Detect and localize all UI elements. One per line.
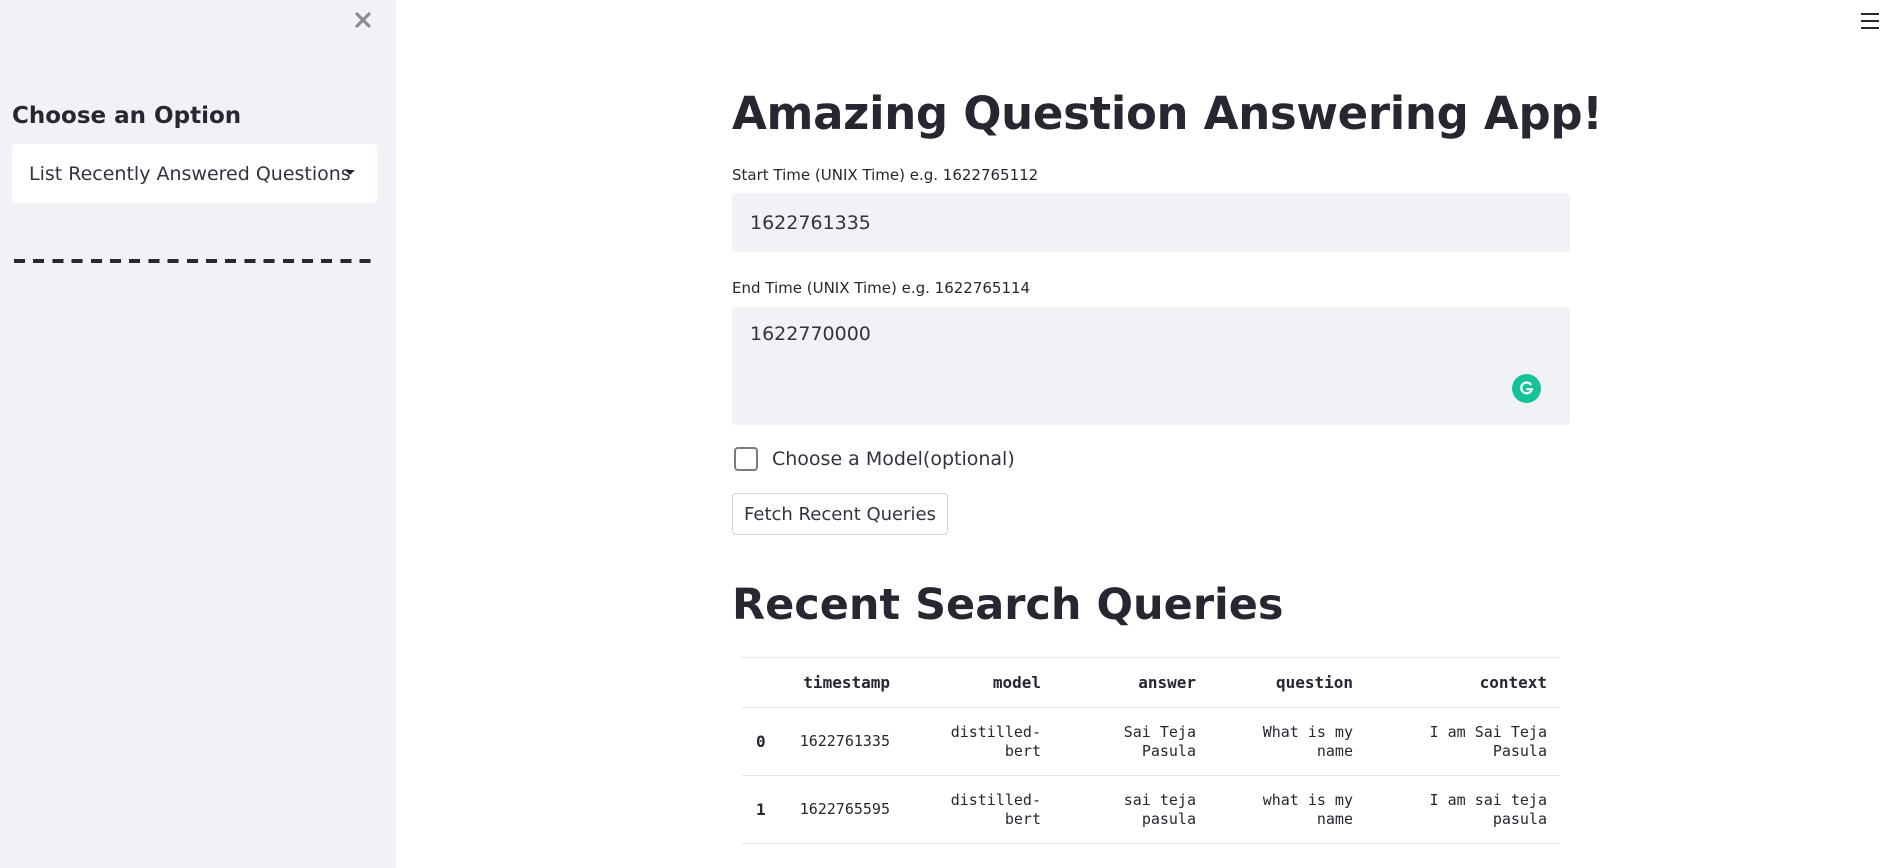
recent-queries-table: timestamp model answer question context … bbox=[742, 657, 1560, 844]
end-time-label: End Time (UNIX Time) e.g. 1622765114 bbox=[732, 279, 1031, 297]
cell-context: I am sai teja pasula bbox=[1366, 775, 1560, 844]
cell-question: what is my name bbox=[1209, 775, 1366, 844]
sidebar: Choose an Option List Recently Answered … bbox=[0, 0, 396, 868]
hamburger-menu-button[interactable] bbox=[1860, 11, 1880, 31]
cell-answer: sai teja pasula bbox=[1054, 775, 1209, 844]
cell-timestamp: 1622765595 bbox=[782, 775, 903, 844]
end-time-textarea[interactable]: 1622770000 bbox=[732, 307, 1570, 425]
choose-model-label: Choose a Model(optional) bbox=[772, 448, 1015, 470]
hamburger-line bbox=[1861, 27, 1879, 29]
close-sidebar-button[interactable] bbox=[349, 6, 377, 34]
choose-model-checkbox[interactable] bbox=[734, 447, 758, 471]
dashed-divider bbox=[14, 259, 374, 263]
table-row: 0 1622761335 distilled- bert Sai Teja Pa… bbox=[742, 707, 1560, 776]
fetch-recent-queries-button[interactable]: Fetch Recent Queries bbox=[732, 493, 948, 535]
row-index: 0 bbox=[742, 707, 782, 776]
start-time-input[interactable] bbox=[732, 193, 1570, 252]
hamburger-line bbox=[1861, 20, 1879, 22]
cell-timestamp: 1622761335 bbox=[782, 707, 903, 776]
chevron-down-icon bbox=[345, 170, 355, 175]
row-index: 1 bbox=[742, 775, 782, 844]
section-title: Recent Search Queries bbox=[732, 580, 1284, 630]
close-icon bbox=[355, 12, 371, 28]
choose-model-checkbox-row[interactable]: Choose a Model(optional) bbox=[734, 447, 1015, 471]
grammarly-icon[interactable] bbox=[1512, 374, 1541, 403]
cell-context: I am Sai Teja Pasula bbox=[1366, 707, 1560, 776]
column-header-answer: answer bbox=[1054, 657, 1209, 708]
cell-answer: Sai Teja Pasula bbox=[1054, 707, 1209, 776]
hamburger-line bbox=[1861, 13, 1879, 15]
option-select-value: List Recently Answered Questions bbox=[29, 162, 351, 185]
grammarly-g-glyph bbox=[1520, 381, 1534, 395]
column-header-index bbox=[742, 657, 782, 708]
cell-model: distilled- bert bbox=[903, 707, 1054, 776]
start-time-label: Start Time (UNIX Time) e.g. 1622765112 bbox=[732, 166, 1039, 184]
column-header-question: question bbox=[1209, 657, 1366, 708]
sidebar-heading: Choose an Option bbox=[12, 103, 242, 129]
column-header-model: model bbox=[903, 657, 1054, 708]
page-title: Amazing Question Answering App! bbox=[732, 87, 1603, 140]
column-header-timestamp: timestamp bbox=[782, 657, 903, 708]
table-row: 1 1622765595 distilled- bert sai teja pa… bbox=[742, 775, 1560, 844]
column-header-context: context bbox=[1366, 657, 1560, 708]
option-select[interactable]: List Recently Answered Questions bbox=[12, 144, 377, 203]
cell-question: What is my name bbox=[1209, 707, 1366, 776]
table-header-row: timestamp model answer question context bbox=[742, 657, 1560, 708]
cell-model: distilled- bert bbox=[903, 775, 1054, 844]
end-time-value: 1622770000 bbox=[750, 323, 871, 345]
